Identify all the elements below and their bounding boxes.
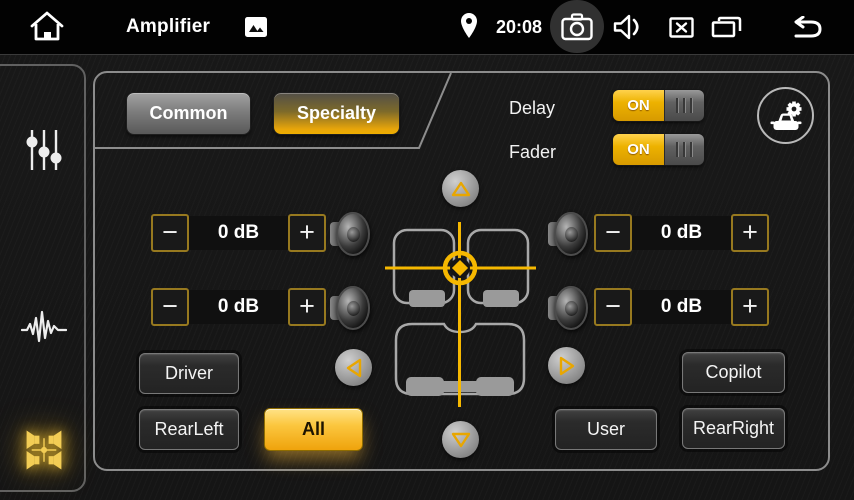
preset-rearleft-button[interactable]: RearLeft bbox=[139, 409, 239, 450]
fader-toggle-state: ON bbox=[613, 134, 664, 165]
recent-apps-icon bbox=[711, 16, 742, 38]
move-left-button[interactable] bbox=[335, 349, 372, 386]
gallery-button[interactable] bbox=[245, 17, 267, 37]
recent-apps-button[interactable] bbox=[711, 16, 742, 38]
fader-balance-icon bbox=[23, 429, 65, 471]
preset-all-button[interactable]: All bbox=[264, 408, 363, 451]
amplifier-screen: Amplifier 20:08 bbox=[0, 0, 854, 500]
gallery-icon bbox=[245, 17, 267, 37]
rear-right-decrease-button[interactable]: − bbox=[594, 288, 632, 326]
front-right-speaker-icon bbox=[548, 211, 588, 257]
rear-left-decrease-button[interactable]: − bbox=[151, 288, 189, 326]
front-left-gain-value: 0 dB bbox=[189, 216, 288, 250]
car-settings-icon bbox=[768, 99, 804, 133]
move-right-button[interactable] bbox=[548, 347, 585, 384]
screenshot-button[interactable] bbox=[550, 0, 604, 53]
rear-left-gain-value: 0 dB bbox=[189, 290, 288, 324]
rear-left-increase-button[interactable]: + bbox=[288, 288, 326, 326]
down-triangle-icon bbox=[451, 432, 471, 448]
tab-common[interactable]: Common bbox=[126, 92, 251, 135]
status-bar: Amplifier 20:08 bbox=[0, 0, 854, 55]
home-icon bbox=[29, 10, 65, 43]
rear-right-gain-control: − 0 dB + bbox=[594, 288, 769, 326]
up-triangle-icon bbox=[451, 181, 471, 197]
rear-left-speaker-icon bbox=[330, 285, 370, 331]
back-icon bbox=[785, 16, 824, 39]
sidebar-item-fader-balance[interactable] bbox=[20, 426, 68, 474]
right-triangle-icon bbox=[559, 356, 575, 376]
front-left-increase-button[interactable]: + bbox=[288, 214, 326, 252]
fader-toggle-handle bbox=[664, 134, 704, 165]
preset-rearright-button[interactable]: RearRight bbox=[682, 408, 785, 449]
preset-user-button[interactable]: User bbox=[555, 409, 657, 450]
rear-left-gain-control: − 0 dB + bbox=[151, 288, 326, 326]
front-left-decrease-button[interactable]: − bbox=[151, 214, 189, 252]
preset-driver-button[interactable]: Driver bbox=[139, 353, 239, 394]
close-app-button[interactable] bbox=[669, 17, 694, 38]
sidebar-item-sound-effects[interactable] bbox=[20, 304, 68, 352]
delay-toggle[interactable]: ON bbox=[613, 90, 704, 121]
car-settings-button[interactable] bbox=[757, 87, 814, 144]
location-icon bbox=[460, 12, 478, 39]
volume-button[interactable] bbox=[612, 13, 642, 41]
camera-icon bbox=[561, 13, 593, 41]
rear-right-gain-value: 0 dB bbox=[632, 290, 731, 324]
front-left-gain-control: − 0 dB + bbox=[151, 214, 326, 252]
tab-specialty[interactable]: Specialty bbox=[273, 92, 400, 135]
front-right-increase-button[interactable]: + bbox=[731, 214, 769, 252]
waveform-icon bbox=[21, 308, 67, 348]
fader-label: Fader bbox=[509, 142, 556, 163]
move-down-button[interactable] bbox=[442, 421, 479, 458]
move-up-button[interactable] bbox=[442, 170, 479, 207]
sidebar-item-equalizer[interactable] bbox=[20, 126, 68, 174]
delay-label: Delay bbox=[509, 98, 555, 119]
clock: 20:08 bbox=[496, 15, 542, 39]
front-right-gain-control: − 0 dB + bbox=[594, 214, 769, 252]
rear-right-increase-button[interactable]: + bbox=[731, 288, 769, 326]
sidebar bbox=[0, 64, 86, 492]
volume-icon bbox=[612, 13, 642, 41]
equalizer-icon bbox=[24, 128, 64, 172]
front-right-gain-value: 0 dB bbox=[632, 216, 731, 250]
home-button[interactable] bbox=[29, 10, 65, 43]
preset-copilot-button[interactable]: Copilot bbox=[682, 352, 785, 393]
fader-toggle[interactable]: ON bbox=[613, 134, 704, 165]
delay-toggle-state: ON bbox=[613, 90, 664, 121]
close-window-icon bbox=[669, 17, 694, 38]
app-title: Amplifier bbox=[126, 14, 210, 40]
back-button[interactable] bbox=[785, 16, 824, 39]
front-left-speaker-icon bbox=[330, 211, 370, 257]
delay-toggle-handle bbox=[664, 90, 704, 121]
front-right-decrease-button[interactable]: − bbox=[594, 214, 632, 252]
rear-right-speaker-icon bbox=[548, 285, 588, 331]
left-triangle-icon bbox=[346, 358, 362, 378]
location-indicator bbox=[460, 12, 478, 39]
